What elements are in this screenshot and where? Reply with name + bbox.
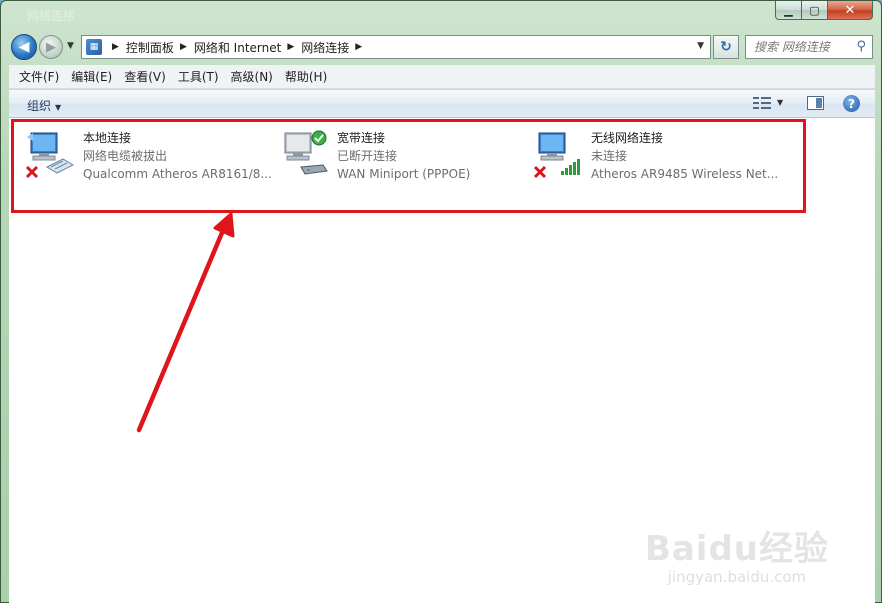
arrow-right-icon: ▶ <box>46 39 56 55</box>
menu-view[interactable]: 查看(V) <box>118 68 172 85</box>
command-bar: 组织 ▼ ▼ ? <box>9 90 875 118</box>
recent-pages-dropdown[interactable]: ▼ <box>67 41 74 51</box>
menu-file[interactable]: 文件(F) <box>13 68 65 85</box>
help-button[interactable]: ? <box>843 95 860 112</box>
close-icon: ✕ <box>844 2 856 18</box>
preview-pane-button[interactable] <box>807 96 824 110</box>
watermark-url: jingyan.baidu.com <box>667 568 807 586</box>
chevron-right-icon[interactable]: ▶ <box>355 42 362 52</box>
caption-buttons: ▁ ▢ ✕ <box>775 1 873 20</box>
menu-tools[interactable]: 工具(T) <box>172 68 225 85</box>
organize-button[interactable]: 组织 ▼ <box>27 97 61 114</box>
chevron-down-icon: ▼ <box>55 103 62 112</box>
menu-help[interactable]: 帮助(H) <box>279 68 333 85</box>
chevron-down-icon[interactable]: ▼ <box>697 41 704 51</box>
explorer-window: 网络连接 ▁ ▢ ✕ ◀ ▶ ▼ ▦ ▶ 控制面板 ▶ 网络和 Internet… <box>0 0 882 603</box>
menu-edit[interactable]: 编辑(E) <box>65 68 118 85</box>
arrow-left-icon: ◀ <box>18 39 30 55</box>
close-button[interactable]: ✕ <box>828 1 873 20</box>
chevron-right-icon[interactable]: ▶ <box>112 42 119 52</box>
search-icon[interactable]: ⚲ <box>856 39 866 54</box>
minimize-button[interactable]: ▁ <box>775 1 802 20</box>
menu-bar: 文件(F) 编辑(E) 查看(V) 工具(T) 高级(N) 帮助(H) <box>9 65 875 89</box>
view-icon-line <box>761 102 771 104</box>
navigation-row: ◀ ▶ ▼ ▦ ▶ 控制面板 ▶ 网络和 Internet ▶ 网络连接 ▶ ▼… <box>1 31 881 63</box>
title-bar[interactable]: 网络连接 ▁ ▢ ✕ <box>1 1 881 31</box>
watermark: Baidu经验 jingyan.baidu.com <box>645 521 829 586</box>
back-button[interactable]: ◀ <box>11 34 37 60</box>
refresh-button[interactable]: ↻ <box>713 35 739 59</box>
maximize-icon: ▢ <box>809 3 820 17</box>
minimize-icon: ▁ <box>784 3 793 17</box>
maximize-button[interactable]: ▢ <box>802 1 828 20</box>
view-icon-line <box>753 102 759 104</box>
organize-label: 组织 <box>27 99 52 113</box>
view-icon-line <box>761 97 771 99</box>
help-icon: ? <box>848 96 855 111</box>
chevron-right-icon[interactable]: ▶ <box>287 42 294 52</box>
view-icon <box>753 97 759 99</box>
control-panel-icon: ▦ <box>86 39 102 55</box>
connections-list[interactable]: 本地连接 网络电缆被拔出 Qualcomm Atheros AR8161/8..… <box>9 118 875 603</box>
search-input[interactable] <box>754 40 850 54</box>
chevron-right-icon[interactable]: ▶ <box>180 42 187 52</box>
watermark-brand: Baidu经验 <box>644 529 829 569</box>
view-icon-line <box>753 107 759 109</box>
breadcrumb-network-connections[interactable]: 网络连接 <box>301 39 349 56</box>
breadcrumb-control-panel[interactable]: 控制面板 <box>126 39 174 56</box>
change-view-button[interactable] <box>753 96 771 111</box>
breadcrumb-network-internet[interactable]: 网络和 Internet <box>194 39 281 56</box>
forward-button[interactable]: ▶ <box>39 35 63 59</box>
view-options-dropdown[interactable]: ▼ <box>777 98 783 107</box>
search-box[interactable]: ⚲ <box>745 35 873 59</box>
address-bar[interactable]: ▦ ▶ 控制面板 ▶ 网络和 Internet ▶ 网络连接 ▶ ▼ <box>81 35 711 59</box>
menu-advanced[interactable]: 高级(N) <box>225 68 279 85</box>
window-title: 网络连接 <box>27 9 76 23</box>
view-icon-line <box>761 107 771 109</box>
refresh-icon: ↻ <box>720 39 732 55</box>
